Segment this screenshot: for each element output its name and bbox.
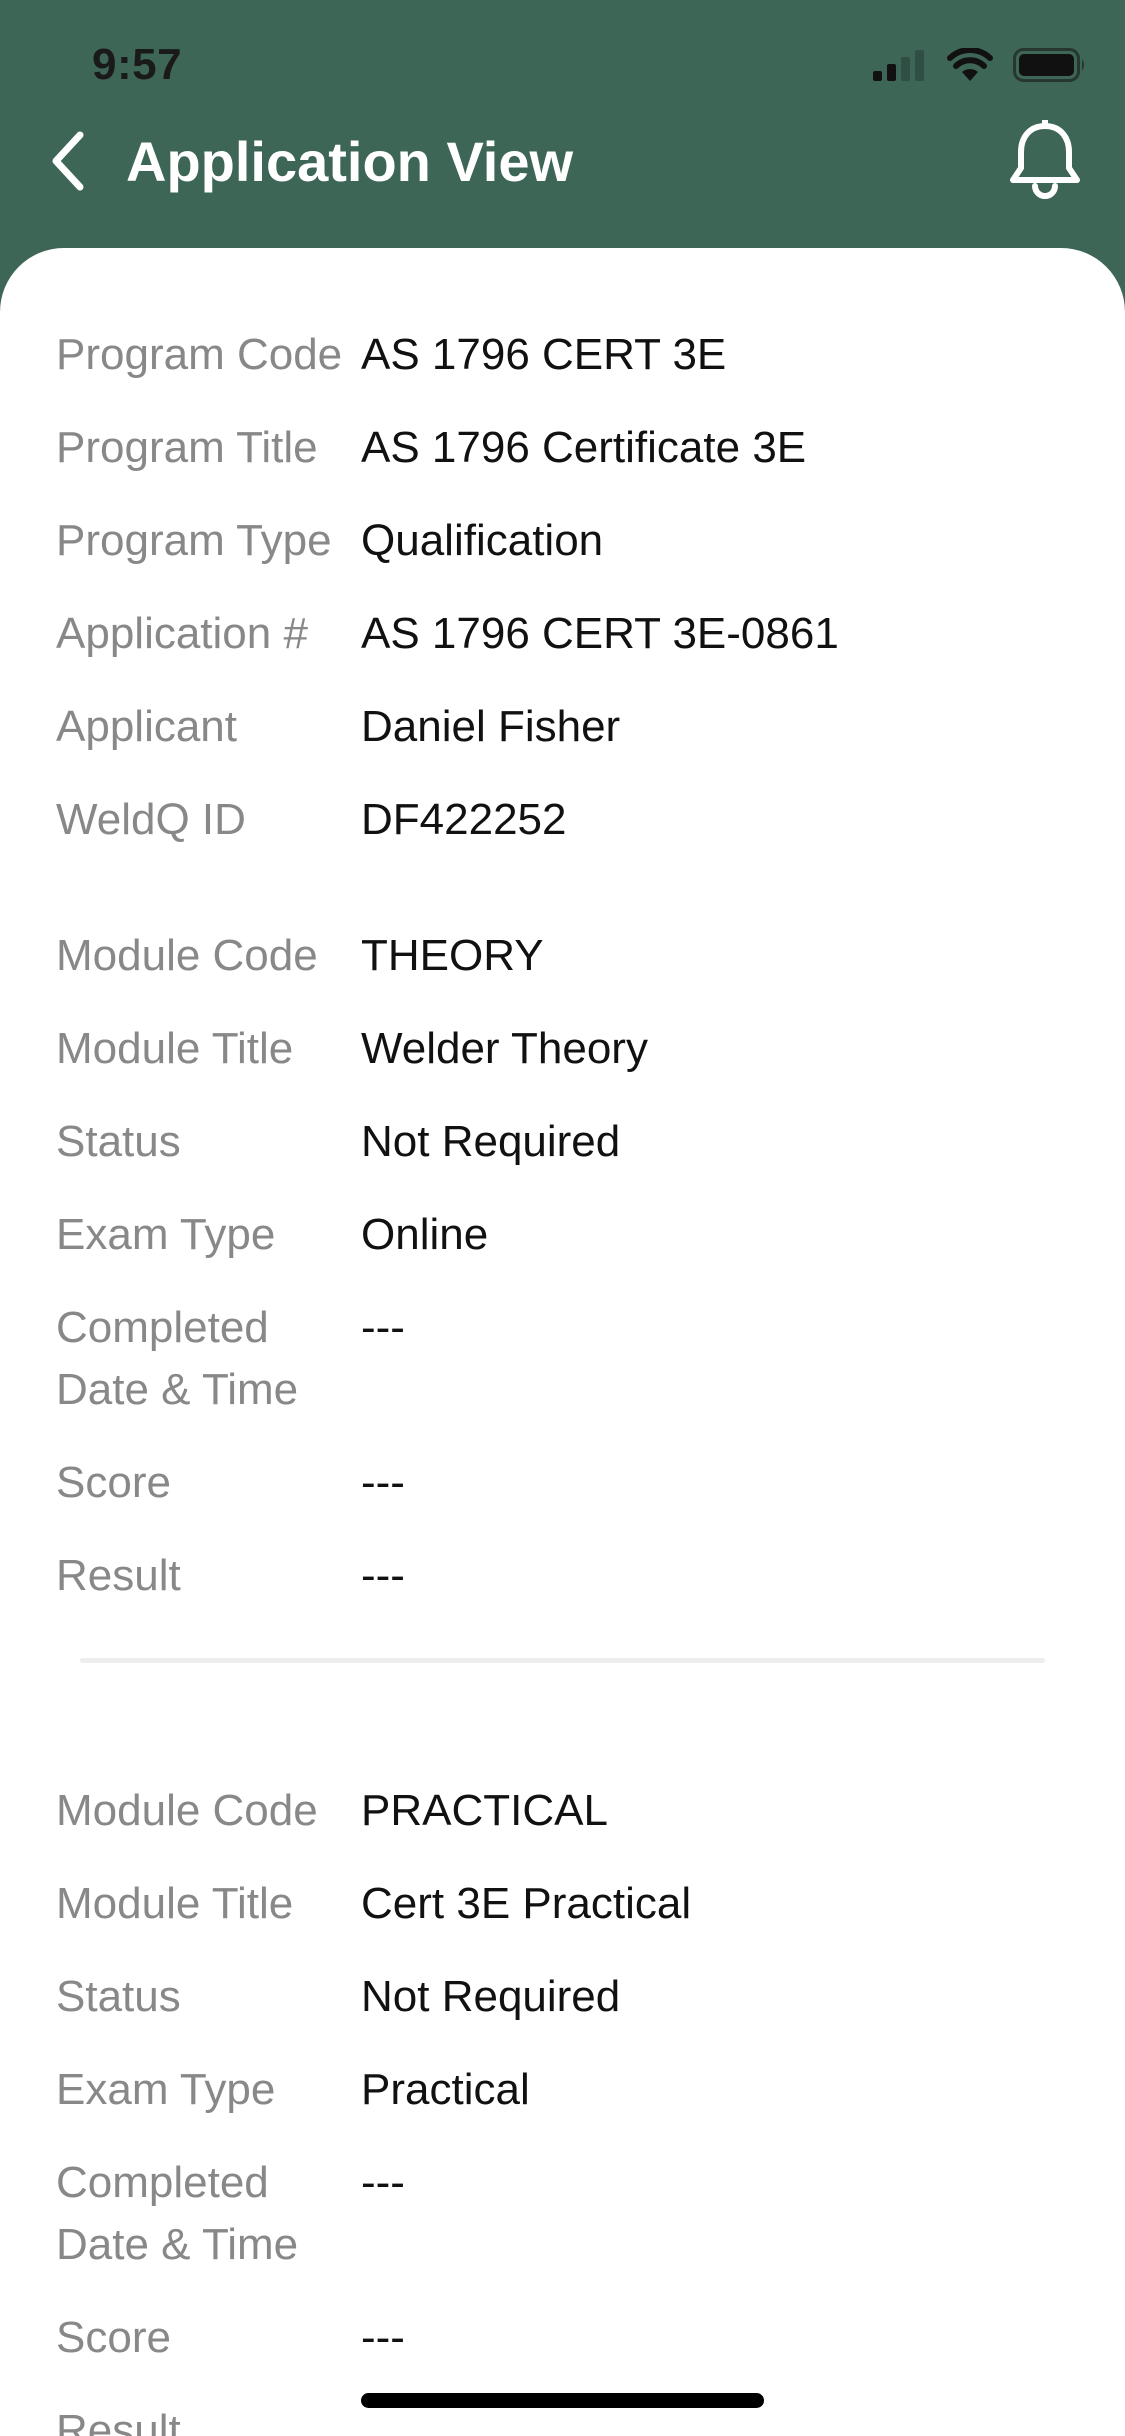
completed-date-row: Completed Date & Time --- — [56, 2152, 1069, 2307]
result-label: Result — [56, 1551, 181, 1600]
status-time: 9:57 — [92, 40, 183, 89]
application-number-row: Application # AS 1796 CERT 3E-0861 — [56, 603, 1069, 696]
program-code-row: Program Code AS 1796 CERT 3E — [56, 324, 1069, 417]
program-title-value: AS 1796 Certificate 3E — [361, 423, 807, 472]
nav-header: Application View — [0, 112, 1125, 242]
module-section-theory: Module Code THEORY Module Title Welder T… — [0, 882, 1125, 1638]
notification-button[interactable] — [995, 112, 1095, 212]
result-row: Result --- — [56, 1545, 1069, 1638]
result-label: Result — [56, 2406, 181, 2436]
module-title-row: Module Title Cert 3E Practical — [56, 1873, 1069, 1966]
completed-date-value: --- — [361, 1303, 405, 1352]
result-value: --- — [361, 1551, 405, 1600]
completed-date-label: Completed Date & Time — [56, 2158, 299, 2269]
cellular-signal-icon — [873, 49, 927, 86]
wifi-icon — [947, 47, 993, 87]
module-code-label: Module Code — [56, 931, 318, 980]
status-value: Not Required — [361, 1972, 621, 2021]
module-code-row: Module Code PRACTICAL — [56, 1780, 1069, 1873]
completed-date-value: --- — [361, 2158, 405, 2207]
program-type-label: Program Type — [56, 516, 332, 565]
completed-date-row: Completed Date & Time --- — [56, 1297, 1069, 1452]
exam-type-row: Exam Type Online — [56, 1204, 1069, 1297]
status-icons — [873, 47, 1087, 87]
app-screen: 9:57 Application View Program Code AS 17… — [0, 0, 1125, 2436]
chevron-left-icon — [48, 131, 88, 196]
program-type-value: Qualification — [361, 516, 604, 565]
program-section: Program Code AS 1796 CERT 3E Program Tit… — [0, 248, 1125, 882]
weldq-id-row: WeldQ ID DF422252 — [56, 789, 1069, 882]
module-code-row: Module Code THEORY — [56, 925, 1069, 1018]
application-number-value: AS 1796 CERT 3E-0861 — [361, 609, 839, 658]
module-section-practical: Module Code PRACTICAL Module Title Cert … — [0, 1663, 1125, 2436]
completed-date-label: Completed Date & Time — [56, 1303, 299, 1414]
module-title-label: Module Title — [56, 1024, 294, 1073]
home-indicator[interactable] — [361, 2393, 764, 2408]
module-title-value: Welder Theory — [361, 1024, 648, 1073]
score-value: --- — [361, 1458, 405, 1507]
applicant-label: Applicant — [56, 702, 238, 751]
score-label: Score — [56, 1458, 171, 1507]
exam-type-row: Exam Type Practical — [56, 2059, 1069, 2152]
score-row: Score --- — [56, 2307, 1069, 2400]
module-title-row: Module Title Welder Theory — [56, 1018, 1069, 1111]
exam-type-label: Exam Type — [56, 2065, 276, 2114]
module-code-label: Module Code — [56, 1786, 318, 1835]
bell-icon — [1007, 117, 1083, 205]
program-title-row: Program Title AS 1796 Certificate 3E — [56, 417, 1069, 510]
program-code-value: AS 1796 CERT 3E — [361, 330, 727, 379]
status-label: Status — [56, 1972, 181, 2021]
status-label: Status — [56, 1117, 181, 1166]
exam-type-value: Online — [361, 1210, 489, 1259]
program-type-row: Program Type Qualification — [56, 510, 1069, 603]
score-row: Score --- — [56, 1452, 1069, 1545]
status-row: Status Not Required — [56, 1111, 1069, 1204]
program-title-label: Program Title — [56, 423, 318, 472]
back-button[interactable] — [28, 118, 108, 208]
module-title-value: Cert 3E Practical — [361, 1879, 692, 1928]
exam-type-value: Practical — [361, 2065, 530, 2114]
module-code-value: PRACTICAL — [361, 1786, 608, 1835]
page-title: Application View — [126, 130, 574, 193]
score-value: --- — [361, 2313, 405, 2362]
battery-icon — [1013, 48, 1087, 87]
applicant-value: Daniel Fisher — [361, 702, 621, 751]
applicant-row: Applicant Daniel Fisher — [56, 696, 1069, 789]
program-code-label: Program Code — [56, 330, 343, 379]
status-row: Status Not Required — [56, 1966, 1069, 2059]
exam-type-label: Exam Type — [56, 1210, 276, 1259]
module-code-value: THEORY — [361, 931, 544, 980]
status-value: Not Required — [361, 1117, 621, 1166]
application-details-card: Program Code AS 1796 CERT 3E Program Tit… — [0, 248, 1125, 2436]
application-number-label: Application # — [56, 609, 308, 658]
weldq-id-value: DF422252 — [361, 795, 567, 844]
module-title-label: Module Title — [56, 1879, 294, 1928]
weldq-id-label: WeldQ ID — [56, 795, 246, 844]
score-label: Score — [56, 2313, 171, 2362]
